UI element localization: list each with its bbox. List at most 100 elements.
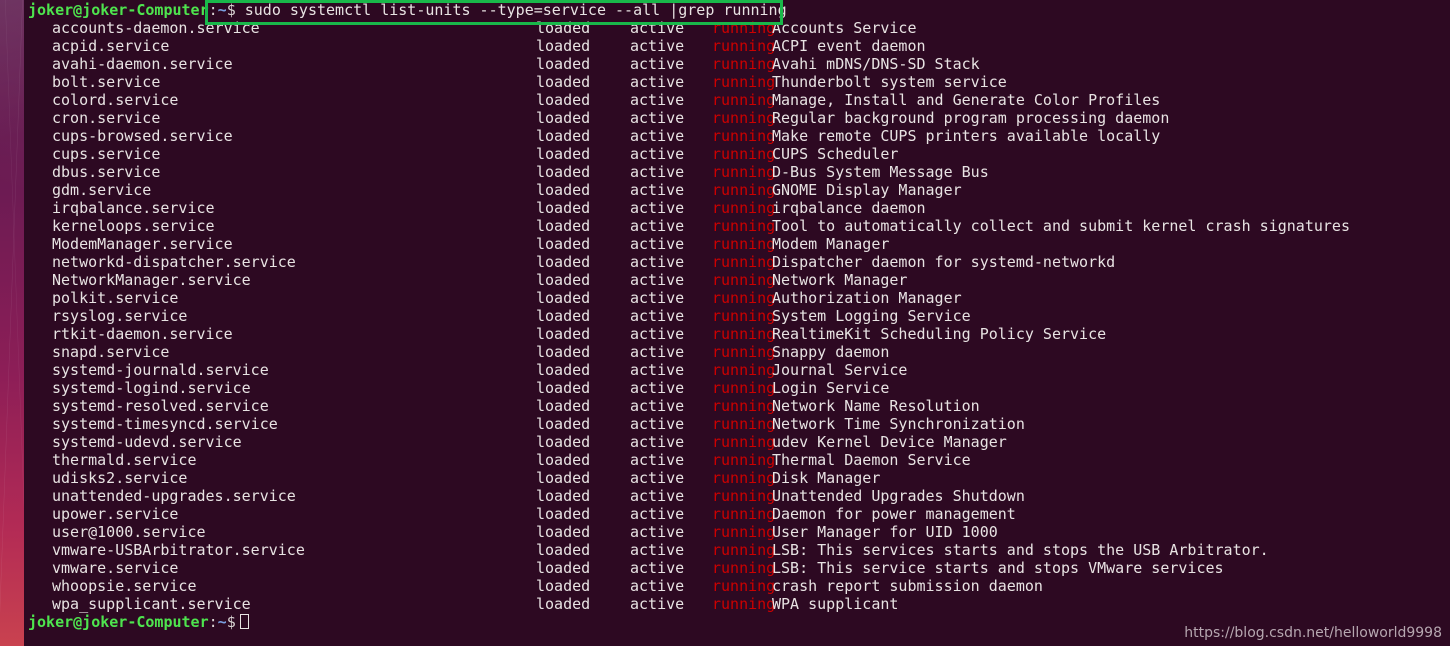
service-description: Daemon for power management bbox=[772, 505, 1016, 523]
service-load-state: loaded bbox=[536, 199, 591, 217]
service-unit-name: rtkit-daemon.service bbox=[52, 325, 233, 343]
terminal-window[interactable]: joker@joker-Computer:~$ sudo systemctl l… bbox=[24, 0, 1450, 646]
service-active-state: active bbox=[630, 181, 685, 199]
service-active-state: active bbox=[630, 361, 685, 379]
service-sub-state: running bbox=[712, 235, 776, 253]
service-sub-state: running bbox=[712, 19, 776, 37]
service-description: System Logging Service bbox=[772, 307, 971, 325]
service-active-state: active bbox=[630, 487, 685, 505]
service-active-state: active bbox=[630, 271, 685, 289]
service-active-state: active bbox=[630, 307, 685, 325]
service-unit-name: thermald.service bbox=[52, 451, 197, 469]
service-unit-name: acpid.service bbox=[52, 37, 170, 55]
service-load-state: loaded bbox=[536, 541, 591, 559]
service-description: Thermal Daemon Service bbox=[772, 451, 971, 469]
table-row: accounts-daemon.service loaded active runni… bbox=[24, 19, 1450, 37]
service-load-state: loaded bbox=[536, 343, 591, 361]
service-load-state: loaded bbox=[536, 487, 591, 505]
service-sub-state: running bbox=[712, 271, 776, 289]
table-row: systemd-logind.service loaded active runnin… bbox=[24, 379, 1450, 397]
table-row: ModemManager.service loaded active running M… bbox=[24, 235, 1450, 253]
command-string: sudo systemctl list-units --type=service… bbox=[244, 1, 787, 19]
service-unit-name: systemd-logind.service bbox=[52, 379, 251, 397]
service-description: Network Manager bbox=[772, 271, 908, 289]
service-description: Thunderbolt system service bbox=[772, 73, 1007, 91]
table-row: user@1000.service loaded active running User… bbox=[24, 523, 1450, 541]
service-sub-state: running bbox=[712, 523, 776, 541]
table-row: unattended-upgrades.service loaded active r… bbox=[24, 487, 1450, 505]
service-unit-name: vmware-USBArbitrator.service bbox=[52, 541, 305, 559]
service-active-state: active bbox=[630, 37, 685, 55]
service-active-state: active bbox=[630, 469, 685, 487]
service-description: Network Time Synchronization bbox=[772, 415, 1025, 433]
service-sub-state: running bbox=[712, 253, 776, 271]
service-description: Make remote CUPS printers available loca… bbox=[772, 127, 1161, 145]
service-sub-state: running bbox=[712, 415, 776, 433]
service-unit-name: unattended-upgrades.service bbox=[52, 487, 296, 505]
service-description: Modem Manager bbox=[772, 235, 890, 253]
service-sub-state: running bbox=[712, 451, 776, 469]
service-sub-state: running bbox=[712, 433, 776, 451]
service-active-state: active bbox=[630, 235, 685, 253]
service-description: Unattended Upgrades Shutdown bbox=[772, 487, 1025, 505]
table-row: vmware.service loaded active running LSB: Th… bbox=[24, 559, 1450, 577]
service-load-state: loaded bbox=[536, 145, 591, 163]
service-active-state: active bbox=[630, 127, 685, 145]
terminal-screen: joker@joker-Computer:~$ sudo systemctl l… bbox=[0, 0, 1450, 646]
service-description: LSB: This services starts and stops the … bbox=[772, 541, 1269, 559]
service-load-state: loaded bbox=[536, 55, 591, 73]
prompt-path: ~ bbox=[217, 1, 227, 19]
service-load-state: loaded bbox=[536, 307, 591, 325]
table-row: wpa_supplicant.service loaded active runnin… bbox=[24, 595, 1450, 613]
service-active-state: active bbox=[630, 451, 685, 469]
service-load-state: loaded bbox=[536, 505, 591, 523]
service-unit-name: bolt.service bbox=[52, 73, 161, 91]
service-description: Journal Service bbox=[772, 361, 908, 379]
prompt-user: joker@joker-Computer bbox=[28, 1, 209, 19]
command-text: sudo systemctl list-units --type=service… bbox=[236, 1, 787, 19]
service-load-state: loaded bbox=[536, 451, 591, 469]
service-load-state: loaded bbox=[536, 559, 591, 577]
service-unit-name: wpa_supplicant.service bbox=[52, 595, 251, 613]
table-row: cups.service loaded active running CUPS Sche… bbox=[24, 145, 1450, 163]
service-description: User Manager for UID 1000 bbox=[772, 523, 998, 541]
prompt-line-top: joker@joker-Computer:~$ sudo systemctl l… bbox=[24, 1, 787, 19]
table-row: upower.service loaded active running Daemon … bbox=[24, 505, 1450, 523]
service-description: RealtimeKit Scheduling Policy Service bbox=[772, 325, 1107, 343]
table-row: gdm.service loaded active running GNOME Disp… bbox=[24, 181, 1450, 199]
service-load-state: loaded bbox=[536, 217, 591, 235]
service-active-state: active bbox=[630, 289, 685, 307]
service-description: ACPI event daemon bbox=[772, 37, 926, 55]
service-unit-name: udisks2.service bbox=[52, 469, 188, 487]
table-row: cups-browsed.service loaded active running M… bbox=[24, 127, 1450, 145]
service-load-state: loaded bbox=[536, 523, 591, 541]
service-unit-name: cups.service bbox=[52, 145, 161, 163]
service-description: Authorization Manager bbox=[772, 289, 962, 307]
service-load-state: loaded bbox=[536, 577, 591, 595]
service-active-state: active bbox=[630, 199, 685, 217]
prompt-path-bottom: ~ bbox=[217, 613, 227, 631]
service-active-state: active bbox=[630, 217, 685, 235]
service-sub-state: running bbox=[712, 325, 776, 343]
service-description: Accounts Service bbox=[772, 19, 917, 37]
service-unit-name: systemd-journald.service bbox=[52, 361, 269, 379]
service-description: Tool to automatically collect and submit… bbox=[772, 217, 1350, 235]
table-row: polkit.service loaded active running Authori… bbox=[24, 289, 1450, 307]
service-load-state: loaded bbox=[536, 271, 591, 289]
service-active-state: active bbox=[630, 595, 685, 613]
service-sub-state: running bbox=[712, 37, 776, 55]
service-load-state: loaded bbox=[536, 433, 591, 451]
table-row: avahi-daemon.service loaded active running A… bbox=[24, 55, 1450, 73]
service-description: Dispatcher daemon for systemd-networkd bbox=[772, 253, 1116, 271]
service-unit-name: colord.service bbox=[52, 91, 179, 109]
service-description: crash report submission daemon bbox=[772, 577, 1043, 595]
service-sub-state: running bbox=[712, 145, 776, 163]
table-row: colord.service loaded active running Manage,… bbox=[24, 91, 1450, 109]
service-sub-state: running bbox=[712, 217, 776, 235]
service-unit-name: rsyslog.service bbox=[52, 307, 188, 325]
service-list: accounts-daemon.service loaded active runni… bbox=[24, 19, 1450, 613]
service-description: D-Bus System Message Bus bbox=[772, 163, 989, 181]
text-cursor[interactable] bbox=[239, 614, 249, 629]
service-description: WPA supplicant bbox=[772, 595, 899, 613]
prompt-user-bottom: joker@joker-Computer bbox=[28, 613, 209, 631]
